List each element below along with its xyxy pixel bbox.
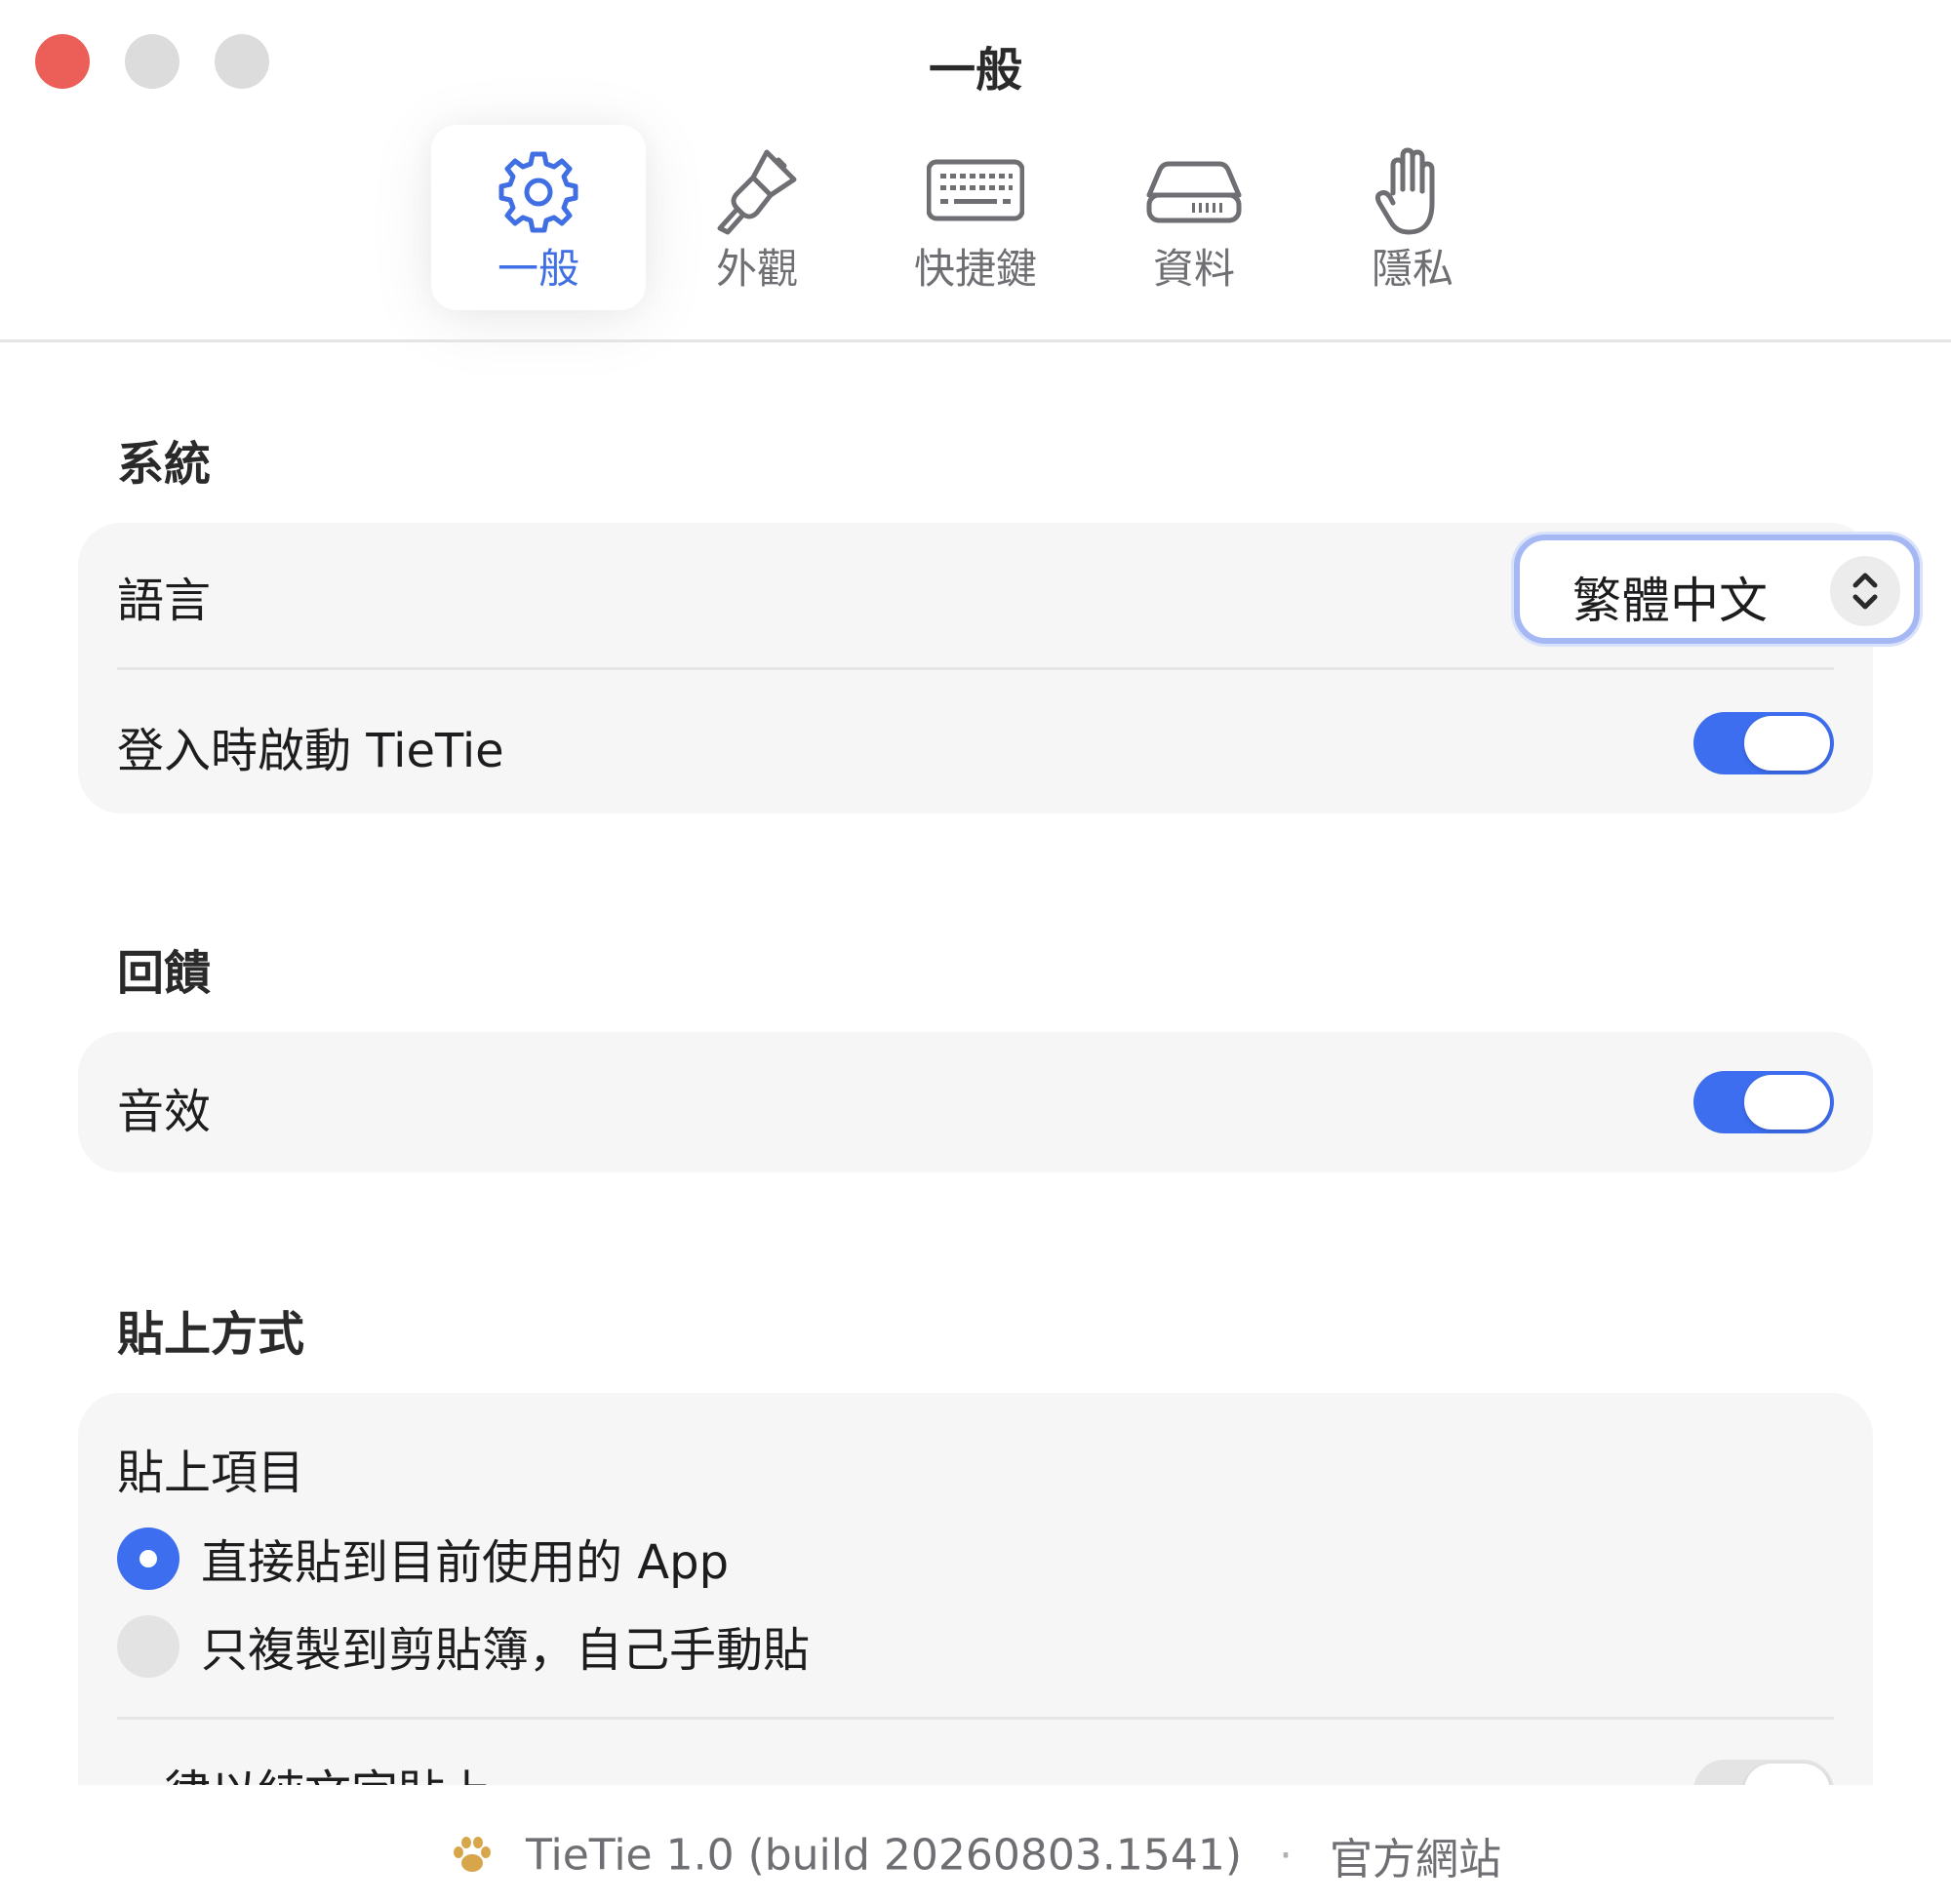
radio-label: 只複製到剪貼簿，自己手動貼 [201, 1623, 811, 1678]
gear-icon [498, 151, 578, 233]
chevron-up-down-icon [1830, 556, 1900, 626]
tab-label: 隱私 [1371, 245, 1453, 293]
toggle-knob [1744, 1075, 1830, 1130]
section-title-paste: 貼上方式 [117, 1307, 305, 1362]
feedback-card: 音效 [78, 1032, 1873, 1172]
tab-label: 快捷鍵 [913, 245, 1037, 293]
row-divider [117, 667, 1834, 670]
tab-privacy[interactable]: 隱私 [1305, 125, 1520, 310]
tab-label: 一般 [497, 245, 579, 293]
sound-effects-label: 音效 [117, 1085, 212, 1139]
sound-effects-toggle[interactable] [1693, 1071, 1834, 1133]
paintbrush-icon [717, 149, 797, 235]
tab-appearance[interactable]: 外觀 [650, 125, 864, 310]
toolbar-divider [0, 339, 1951, 342]
launch-at-login-label: 登入時啟動 TieTie [117, 724, 504, 778]
launch-at-login-toggle[interactable] [1693, 712, 1834, 774]
tab-data[interactable]: 資料 [1087, 125, 1301, 310]
tab-general[interactable]: 一般 [431, 125, 646, 310]
radio-button[interactable] [117, 1615, 179, 1678]
tab-label: 資料 [1152, 245, 1235, 293]
official-website-link[interactable]: 官方網站 [1330, 1835, 1501, 1884]
tab-label: 外觀 [715, 245, 798, 293]
version-text: TieTie 1.0 (build 20260803.1541) [525, 1830, 1242, 1881]
language-select-value: 繁體中文 [1573, 573, 1768, 629]
footer: TieTie 1.0 (build 20260803.1541) · 官方網站 [0, 1785, 1951, 1904]
section-title-feedback: 回饋 [117, 946, 212, 1001]
tab-shortcuts[interactable]: 快捷鍵 [868, 125, 1083, 310]
window-title: 一般 [928, 43, 1022, 98]
system-card: 語言 繁體中文 登入時啟動 TieTie [78, 523, 1920, 813]
section-title-system: 系統 [117, 437, 212, 492]
settings-window: 一般 一般 外觀 快捷鍵 資料 隱私 系統 語言 繁體中文 登入時啟動 TieT… [0, 0, 1951, 1904]
row-divider [117, 1717, 1834, 1720]
keyboard-icon [927, 159, 1024, 221]
language-select[interactable]: 繁體中文 [1514, 535, 1920, 644]
paste-card: 貼上項目 直接貼到目前使用的 App 只複製到剪貼簿，自己手動貼 一律以純文字貼… [78, 1393, 1873, 1842]
paste-item-label: 貼上項目 [117, 1446, 305, 1500]
hand-icon [1374, 147, 1435, 235]
paw-icon [453, 1837, 491, 1872]
preferences-toolbar: 一般 外觀 快捷鍵 資料 隱私 [0, 125, 1951, 310]
footer-separator: · [1279, 1830, 1293, 1881]
drive-icon [1146, 161, 1242, 223]
radio-button-selected[interactable] [117, 1527, 179, 1590]
language-label: 語言 [117, 574, 212, 628]
toggle-knob [1744, 716, 1830, 771]
radio-label: 直接貼到目前使用的 App [201, 1535, 730, 1590]
